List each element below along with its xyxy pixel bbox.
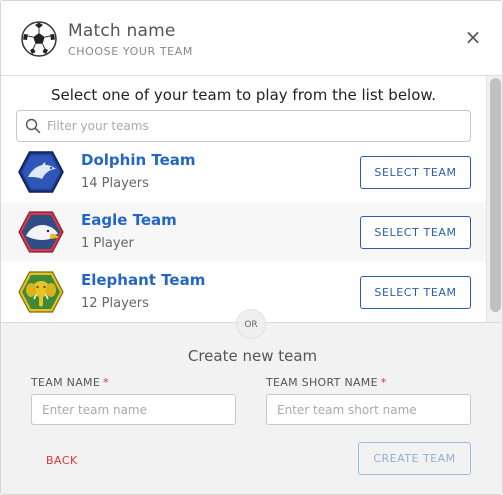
team-short-name-label: TEAM SHORT NAME *: [266, 376, 387, 389]
back-button[interactable]: BACK: [46, 454, 78, 467]
select-team-button[interactable]: SELECT TEAM: [360, 156, 471, 189]
team-player-count: 1 Player: [81, 236, 134, 251]
choose-team-dialog: Match name CHOOSE YOUR TEAM × Select one…: [0, 0, 503, 495]
elephant-logo-icon: [18, 271, 64, 313]
team-row-eagle: Eagle Team 1 Player SELECT TEAM: [1, 202, 486, 262]
search-icon: [25, 118, 41, 134]
select-team-button[interactable]: SELECT TEAM: [360, 276, 471, 309]
dialog-header: Match name CHOOSE YOUR TEAM ×: [1, 1, 502, 76]
create-team-title: Create new team: [187, 347, 318, 365]
or-divider: OR: [236, 309, 266, 339]
filter-box: [16, 110, 471, 142]
close-icon[interactable]: ×: [463, 27, 483, 47]
instruction-text: Select one of your team to play from the…: [50, 86, 437, 104]
team-player-count: 12 Players: [81, 296, 149, 311]
create-team-section: Create new team TEAM NAME* TEAM SHORT NA…: [1, 322, 502, 494]
soccer-ball-icon: [21, 21, 57, 57]
team-short-name-label-text: TEAM SHORT NAME: [266, 376, 378, 389]
required-mark: *: [380, 376, 387, 389]
team-name-field[interactable]: [31, 394, 236, 425]
required-mark: *: [103, 376, 109, 389]
team-name-label-text: TEAM NAME: [31, 376, 101, 389]
team-name[interactable]: Elephant Team: [81, 271, 205, 289]
scrollbar-thumb[interactable]: [490, 78, 501, 312]
team-name[interactable]: Dolphin Team: [81, 151, 196, 169]
choose-team-subtitle: CHOOSE YOUR TEAM: [68, 45, 193, 58]
dolphin-logo-icon: [18, 151, 64, 193]
team-short-name-field[interactable]: [266, 394, 471, 425]
eagle-logo-icon: [18, 211, 64, 253]
team-name[interactable]: Eagle Team: [81, 211, 177, 229]
match-name-title: Match name: [68, 21, 176, 41]
team-list-area: Select one of your team to play from the…: [1, 76, 502, 322]
select-team-button[interactable]: SELECT TEAM: [360, 216, 471, 249]
team-name-label: TEAM NAME *: [31, 376, 109, 389]
team-player-count: 14 Players: [81, 176, 149, 191]
create-team-button[interactable]: CREATE TEAM: [358, 442, 471, 475]
filter-teams-input[interactable]: [47, 116, 462, 136]
team-row-dolphin: Dolphin Team 14 Players SELECT TEAM: [1, 142, 486, 202]
list-scrollbar[interactable]: [486, 76, 502, 322]
